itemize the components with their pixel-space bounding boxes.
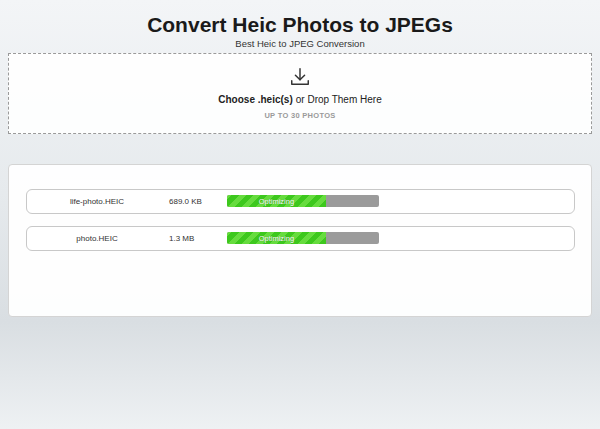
page-title: Convert Heic Photos to JPEGs xyxy=(147,12,453,37)
progress-status: Optimizing xyxy=(259,197,294,206)
file-list: life-photo.HEIC689.0 KBOptimizingphoto.H… xyxy=(8,164,592,317)
file-row: photo.HEIC1.3 MB Optimizing xyxy=(26,226,575,251)
progress-fill: Optimizing xyxy=(227,232,326,244)
progress-fill: Optimizing xyxy=(227,195,326,207)
progress-bar: Optimizing xyxy=(227,232,379,244)
progress-bar: Optimizing xyxy=(227,195,379,207)
drop-hint: or Drop Them Here xyxy=(296,94,382,105)
file-size: 689.0 KB xyxy=(167,197,227,206)
progress-status: Optimizing xyxy=(259,234,294,243)
dropzone[interactable]: Choose .heic(s) or Drop Them Here UP TO 30… xyxy=(8,53,592,134)
file-row: life-photo.HEIC689.0 KB Optimizing xyxy=(26,189,575,214)
page: Convert Heic Photos to JPEGsBest Heic to… xyxy=(0,0,600,429)
photo-limit: UP TO 30 PHOTOS xyxy=(264,111,335,120)
header: Convert Heic Photos to JPEGsBest Heic to… xyxy=(8,8,592,51)
dropzone-text: Choose .heic(s) or Drop Them Here xyxy=(218,94,381,105)
download-icon xyxy=(289,66,311,88)
file-size: 1.3 MB xyxy=(167,234,227,243)
file-name: life-photo.HEIC xyxy=(27,197,167,206)
page-subtitle: Best Heic to JPEG Conversion xyxy=(235,38,364,50)
file-name: photo.HEIC xyxy=(27,234,167,243)
choose-files-link[interactable]: Choose .heic(s) xyxy=(218,94,292,105)
